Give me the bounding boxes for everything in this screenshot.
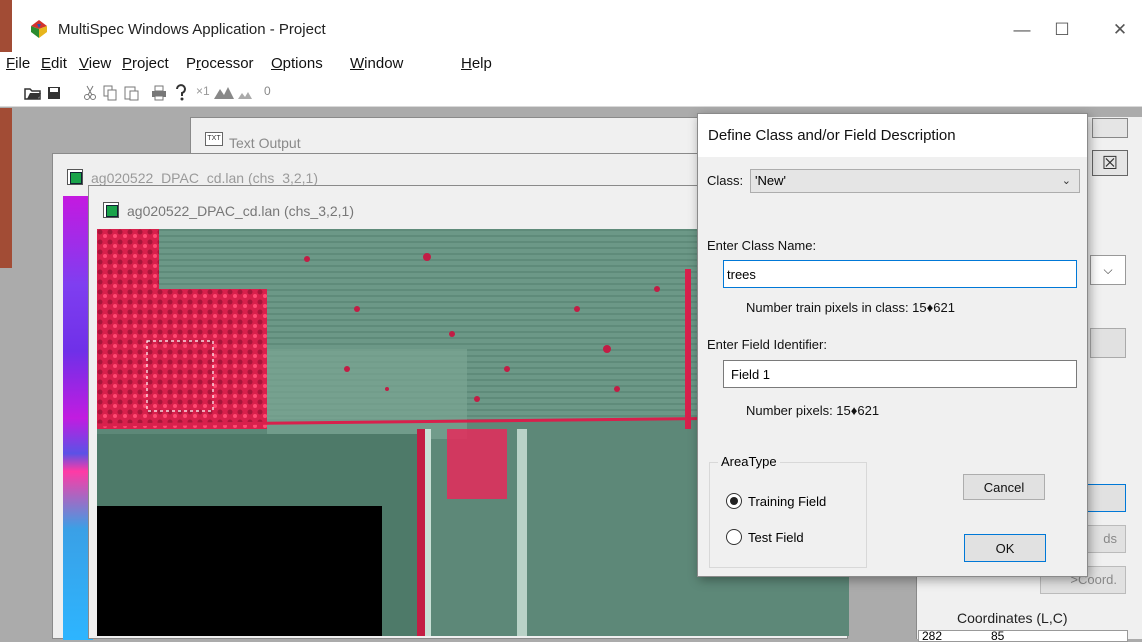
zoom-x1-label[interactable]: ×1 bbox=[196, 84, 210, 98]
side-panel-dropdown[interactable]: ⌵ bbox=[1090, 255, 1126, 285]
close-button[interactable]: ✕ bbox=[1108, 18, 1132, 42]
menu-file[interactable]: File bbox=[6, 55, 30, 72]
side-panel-close-button[interactable]: ☒ bbox=[1092, 150, 1128, 176]
app-titlebar: MultiSpec Windows Application - Project … bbox=[0, 0, 1142, 52]
save-icon[interactable] bbox=[47, 86, 61, 100]
area-type-group: AreaType Training Field Test Field bbox=[709, 454, 867, 568]
overlay-label[interactable]: 0 bbox=[264, 84, 271, 98]
area-type-legend: AreaType bbox=[718, 454, 780, 469]
field-pixel-count: Number pixels: 15♦621 bbox=[746, 403, 880, 418]
field-id-label: Enter Field Identifier: bbox=[707, 337, 827, 352]
training-field-label[interactable]: Training Field bbox=[748, 494, 826, 509]
class-name-input[interactable] bbox=[723, 260, 1077, 288]
side-panel-box bbox=[1090, 328, 1126, 358]
menu-window[interactable]: Window bbox=[350, 55, 403, 72]
coordinates-field: 282 85 bbox=[918, 630, 1128, 642]
menu-edit[interactable]: Edit bbox=[41, 55, 67, 72]
zoom-out-icon[interactable] bbox=[238, 91, 252, 99]
test-field-label[interactable]: Test Field bbox=[748, 530, 804, 545]
training-field-radio[interactable] bbox=[726, 493, 742, 509]
maximize-button[interactable]: ☐ bbox=[1050, 18, 1074, 42]
mdi-left-edge bbox=[0, 108, 12, 268]
field-id-input[interactable] bbox=[723, 360, 1077, 388]
paste-icon[interactable] bbox=[124, 85, 139, 101]
ok-button[interactable]: OK bbox=[964, 534, 1046, 562]
menu-bar: File Edit View Project Processor Options… bbox=[0, 52, 1142, 77]
text-output-icon: TXT bbox=[205, 132, 223, 146]
coordinate-line: 282 bbox=[922, 630, 943, 642]
multispec-logo-icon bbox=[31, 20, 47, 38]
text-output-title: Text Output bbox=[229, 135, 301, 151]
class-pixel-count: Number train pixels in class: 15♦621 bbox=[746, 300, 955, 315]
toolbar: ×1 0 bbox=[0, 77, 1142, 107]
copy-icon[interactable] bbox=[103, 85, 118, 101]
menu-help[interactable]: Help bbox=[461, 55, 492, 72]
define-class-dialog: Define Class and/or Field Description Cl… bbox=[697, 113, 1088, 577]
class-select-value: 'New' bbox=[755, 173, 786, 188]
open-folder-icon[interactable] bbox=[24, 86, 42, 100]
dialog-title: Define Class and/or Field Description bbox=[708, 127, 956, 144]
cut-icon[interactable] bbox=[83, 85, 97, 101]
menu-options[interactable]: Options bbox=[271, 55, 323, 72]
menu-project[interactable]: Project bbox=[122, 55, 169, 72]
chevron-down-icon: ⌄ bbox=[1061, 175, 1071, 187]
image-window-back-title: ag020522_DPAC_cd.lan (chs_3,2,1) bbox=[91, 170, 319, 186]
cancel-button[interactable]: Cancel bbox=[963, 474, 1045, 500]
help-icon[interactable] bbox=[175, 84, 187, 101]
minimize-button[interactable]: — bbox=[1010, 18, 1034, 42]
image-window-icon bbox=[67, 169, 83, 185]
image-window-icon bbox=[103, 202, 119, 218]
coordinates-label: Coordinates (L,C) bbox=[957, 610, 1068, 626]
coordinate-column: 85 bbox=[991, 630, 1005, 642]
side-window-restore-button[interactable] bbox=[1092, 118, 1128, 138]
dialog-titlebar[interactable]: Define Class and/or Field Description bbox=[698, 114, 1087, 157]
window-title: MultiSpec Windows Application - Project bbox=[58, 21, 326, 38]
text-output-window[interactable]: TXT Text Output bbox=[190, 117, 750, 157]
zoom-in-icon[interactable] bbox=[214, 87, 234, 99]
test-field-radio[interactable] bbox=[726, 529, 742, 545]
class-label: Class: bbox=[707, 173, 744, 188]
class-name-label: Enter Class Name: bbox=[707, 238, 817, 253]
menu-processor[interactable]: Processor bbox=[186, 55, 254, 72]
print-icon[interactable] bbox=[151, 85, 167, 101]
class-select[interactable]: 'New' ⌄ bbox=[750, 169, 1080, 193]
image-window-front-title: ag020522_DPAC_cd.lan (chs_3,2,1) bbox=[127, 203, 355, 219]
menu-view[interactable]: View bbox=[79, 55, 111, 72]
titlebar-accent bbox=[0, 0, 12, 52]
